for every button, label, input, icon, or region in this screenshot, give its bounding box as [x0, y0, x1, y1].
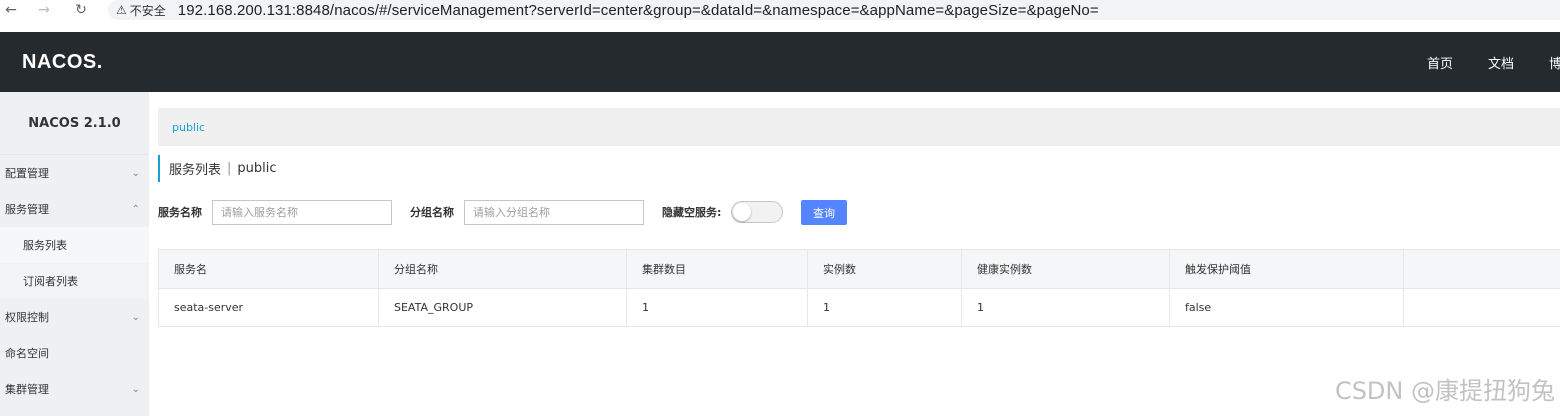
- hide-empty-label: 隐藏空服务:: [662, 206, 722, 219]
- service-name-label: 服务名称: [158, 206, 202, 219]
- sidebar-item-label: 集群管理: [5, 383, 49, 396]
- cell-group-name: SEATA_GROUP: [378, 288, 627, 327]
- sidebar-item-cluster-management[interactable]: 集群管理 ⌄: [0, 371, 149, 407]
- filter-row: 服务名称 分组名称 隐藏空服务: 查询: [158, 200, 1560, 226]
- url-text[interactable]: 192.168.200.131:8848/nacos/#/serviceMana…: [178, 2, 1099, 19]
- cell-instance-count: 1: [807, 288, 962, 327]
- page-title-namespace: public: [237, 161, 277, 176]
- sidebar-item-label: 订阅者列表: [23, 275, 78, 288]
- sidebar-item-service-list[interactable]: 服务列表: [0, 227, 149, 263]
- column-header-protect-threshold: 触发保护阈值: [1169, 249, 1404, 289]
- cell-actions: [1403, 288, 1560, 327]
- security-indicator[interactable]: ⚠ 不安全: [116, 2, 166, 19]
- sidebar-item-label: 服务列表: [23, 239, 67, 252]
- address-bar[interactable]: ⚠ 不安全 192.168.200.131:8848/nacos/#/servi…: [108, 0, 1560, 20]
- nacos-logo[interactable]: NACOS.: [22, 51, 103, 74]
- column-header-service-name: 服务名: [158, 249, 379, 289]
- chevron-down-icon: ⌄: [131, 383, 140, 395]
- column-header-group-name: 分组名称: [378, 249, 627, 289]
- nav-docs[interactable]: 文档: [1488, 53, 1514, 72]
- csdn-watermark: CSDN @康提扭狗兔: [1334, 377, 1555, 405]
- service-name-input[interactable]: [212, 200, 392, 225]
- nav-home[interactable]: 首页: [1427, 53, 1453, 72]
- forward-arrow-icon[interactable]: →: [33, 0, 55, 20]
- sidebar-item-label: 服务管理: [5, 203, 49, 216]
- sidebar-item-namespace[interactable]: 命名空间: [0, 335, 149, 371]
- sidebar-item-access-control[interactable]: 权限控制 ⌄: [0, 299, 149, 335]
- namespace-bar: public: [158, 108, 1560, 146]
- sidebar: NACOS 2.1.0 配置管理 ⌄ 服务管理 ⌃ 服务列表 订阅者列表 权限控…: [0, 92, 149, 416]
- sidebar-item-subscriber-list[interactable]: 订阅者列表: [0, 263, 149, 299]
- hide-empty-toggle[interactable]: [731, 201, 783, 223]
- nav-blog[interactable]: 博: [1549, 53, 1560, 72]
- column-header-instance-count: 实例数: [807, 249, 962, 289]
- toggle-knob: [733, 203, 751, 221]
- back-arrow-icon[interactable]: ←: [0, 0, 22, 20]
- page-title-text: 服务列表: [169, 163, 222, 178]
- browser-toolbar: ← → ↻ ⚠ 不安全 192.168.200.131:8848/nacos/#…: [0, 0, 1560, 20]
- sidebar-item-config-management[interactable]: 配置管理 ⌄: [0, 155, 149, 191]
- sidebar-item-label: 权限控制: [5, 311, 49, 324]
- security-label: 不安全: [129, 3, 166, 18]
- table-header-row: 服务名 分组名称 集群数目 实例数 健康实例数 触发保护阈值: [158, 249, 1560, 289]
- namespace-link-public[interactable]: public: [172, 121, 205, 134]
- top-header: NACOS. 首页 文档 博: [0, 32, 1560, 92]
- group-name-input[interactable]: [464, 200, 644, 225]
- cell-protect-threshold: false: [1169, 288, 1404, 327]
- warning-icon: ⚠: [116, 3, 127, 17]
- column-header-healthy-instance-count: 健康实例数: [961, 249, 1170, 289]
- cell-service-name: seata-server: [158, 288, 379, 327]
- cell-healthy-instance-count: 1: [961, 288, 1170, 327]
- group-name-label: 分组名称: [410, 206, 454, 219]
- column-header-actions: [1403, 249, 1560, 289]
- chevron-down-icon: ⌄: [131, 311, 140, 323]
- sidebar-item-service-management[interactable]: 服务管理 ⌃: [0, 191, 149, 227]
- chevron-down-icon: ⌄: [131, 167, 140, 179]
- service-table: 服务名 分组名称 集群数目 实例数 健康实例数 触发保护阈值 seata-ser…: [158, 249, 1560, 327]
- title-separator: |: [227, 161, 232, 176]
- chevron-up-icon: ⌃: [131, 203, 140, 215]
- sidebar-title: NACOS 2.1.0: [0, 92, 149, 155]
- reload-icon[interactable]: ↻: [70, 0, 92, 20]
- cell-cluster-count: 1: [626, 288, 808, 327]
- sidebar-item-label: 命名空间: [5, 347, 49, 360]
- sidebar-item-label: 配置管理: [5, 167, 49, 180]
- page-title: 服务列表 | public: [158, 155, 277, 182]
- column-header-cluster-count: 集群数目: [626, 249, 808, 289]
- query-button[interactable]: 查询: [801, 200, 847, 225]
- table-row: seata-server SEATA_GROUP 1 1 1 false: [158, 288, 1560, 327]
